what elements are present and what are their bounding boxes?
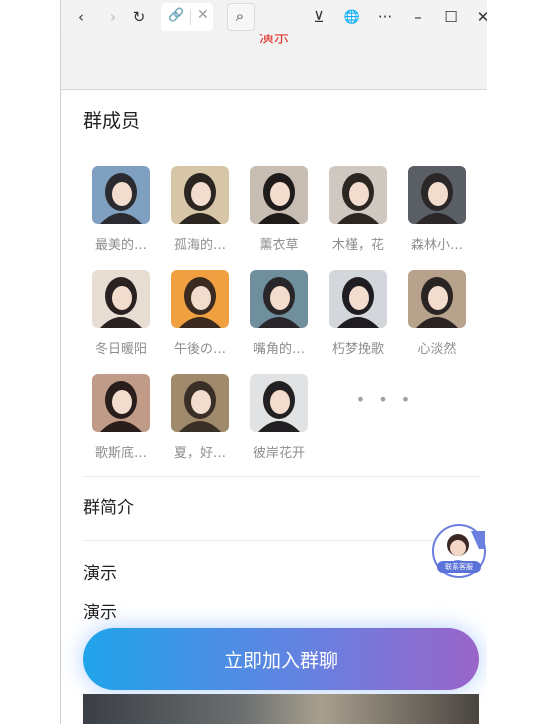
customer-service-button[interactable]: 联系客服 [431, 523, 487, 581]
member-item[interactable]: 森林小… [397, 166, 477, 253]
notice-line: 演示 [83, 603, 117, 623]
member-name: 嘴角的… [252, 342, 305, 357]
member-avatar [92, 374, 150, 432]
link-icon: 🔗 [168, 8, 185, 23]
member-avatar [329, 270, 387, 328]
member-name: 朽梦挽歌 [331, 342, 384, 357]
divider [83, 476, 479, 477]
member-avatar [171, 270, 229, 328]
member-item[interactable]: 朽梦挽歌 [318, 270, 398, 357]
member-name: 木槿，花 [331, 238, 384, 253]
member-item[interactable]: 薰衣草 [239, 166, 319, 253]
more-icon[interactable]: ··· [371, 3, 399, 31]
customer-service-icon [432, 524, 486, 578]
close-chip-icon[interactable]: ✕ [197, 7, 209, 23]
member-avatar [92, 166, 150, 224]
member-name: 孤海的… [173, 238, 226, 253]
member-item[interactable]: 孤海的… [160, 166, 240, 253]
member-avatar [408, 166, 466, 224]
member-item[interactable]: 木槿，花 [318, 166, 398, 253]
back-icon[interactable]: ‹ [67, 3, 95, 31]
member-item[interactable]: 歌斯底… [81, 374, 161, 461]
join-group-label: 立即加入群聊 [223, 649, 338, 672]
member-item[interactable]: 夏，好… [160, 374, 240, 461]
member-avatar [92, 270, 150, 328]
member-avatar [408, 270, 466, 328]
member-name: 歌斯底… [94, 446, 147, 461]
member-name: 薰衣草 [259, 238, 299, 253]
download-icon[interactable]: ⊻ [305, 3, 333, 31]
member-item[interactable]: 午後の… [160, 270, 240, 357]
member-name: 冬日暖阳 [94, 342, 147, 357]
group-header: 演示 [61, 34, 487, 90]
member-name: 最美的… [94, 238, 147, 253]
close-icon[interactable]: ✕ [469, 3, 487, 31]
member-item[interactable]: 冬日暖阳 [81, 270, 161, 357]
divider [83, 540, 479, 541]
browser-window: ‹ › ↻ 🔗 ✕ ⌕ ⊻ 🌐 ··· – ☐ ✕ 演示 群成员 • • • 最… [60, 0, 487, 724]
member-item[interactable]: 最美的… [81, 166, 161, 253]
maximize-icon[interactable]: ☐ [437, 3, 465, 31]
minimize-icon[interactable]: – [404, 3, 432, 31]
members-title: 群成员 [83, 110, 141, 132]
reload-icon[interactable]: ↻ [125, 3, 153, 31]
member-avatar [250, 374, 308, 432]
member-item[interactable]: 嘴角的… [239, 270, 319, 357]
member-avatar [171, 166, 229, 224]
member-name: 午後の… [173, 342, 226, 357]
member-avatar [250, 166, 308, 224]
notice-line: 演示 [83, 564, 117, 584]
more-members-icon[interactable]: • • • [345, 390, 425, 409]
search-icon: ⌕ [235, 7, 245, 25]
search-button[interactable]: ⌕ [227, 3, 255, 31]
globe-icon[interactable]: 🌐 [338, 3, 366, 31]
member-avatar [250, 270, 308, 328]
member-item[interactable]: 心淡然 [397, 270, 477, 357]
join-group-button[interactable]: 立即加入群聊 [83, 628, 479, 690]
member-name: 彼岸花开 [252, 446, 305, 461]
address-chip[interactable]: 🔗 ✕ [161, 3, 213, 31]
intro-title: 群简介 [83, 498, 134, 518]
forward-icon[interactable]: › [99, 3, 127, 31]
chip-divider [190, 9, 191, 25]
member-avatar [171, 374, 229, 432]
group-title: 演示 [258, 34, 289, 46]
member-item[interactable]: 彼岸花开 [239, 374, 319, 461]
member-name: 森林小… [410, 238, 463, 253]
bottom-photo [83, 694, 479, 724]
member-avatar [329, 166, 387, 224]
member-name: 心淡然 [417, 342, 457, 357]
member-name: 夏，好… [173, 446, 226, 461]
customer-service-label: 联系客服 [445, 563, 473, 571]
browser-toolbar: ‹ › ↻ 🔗 ✕ ⌕ ⊻ 🌐 ··· – ☐ ✕ [61, 0, 487, 34]
